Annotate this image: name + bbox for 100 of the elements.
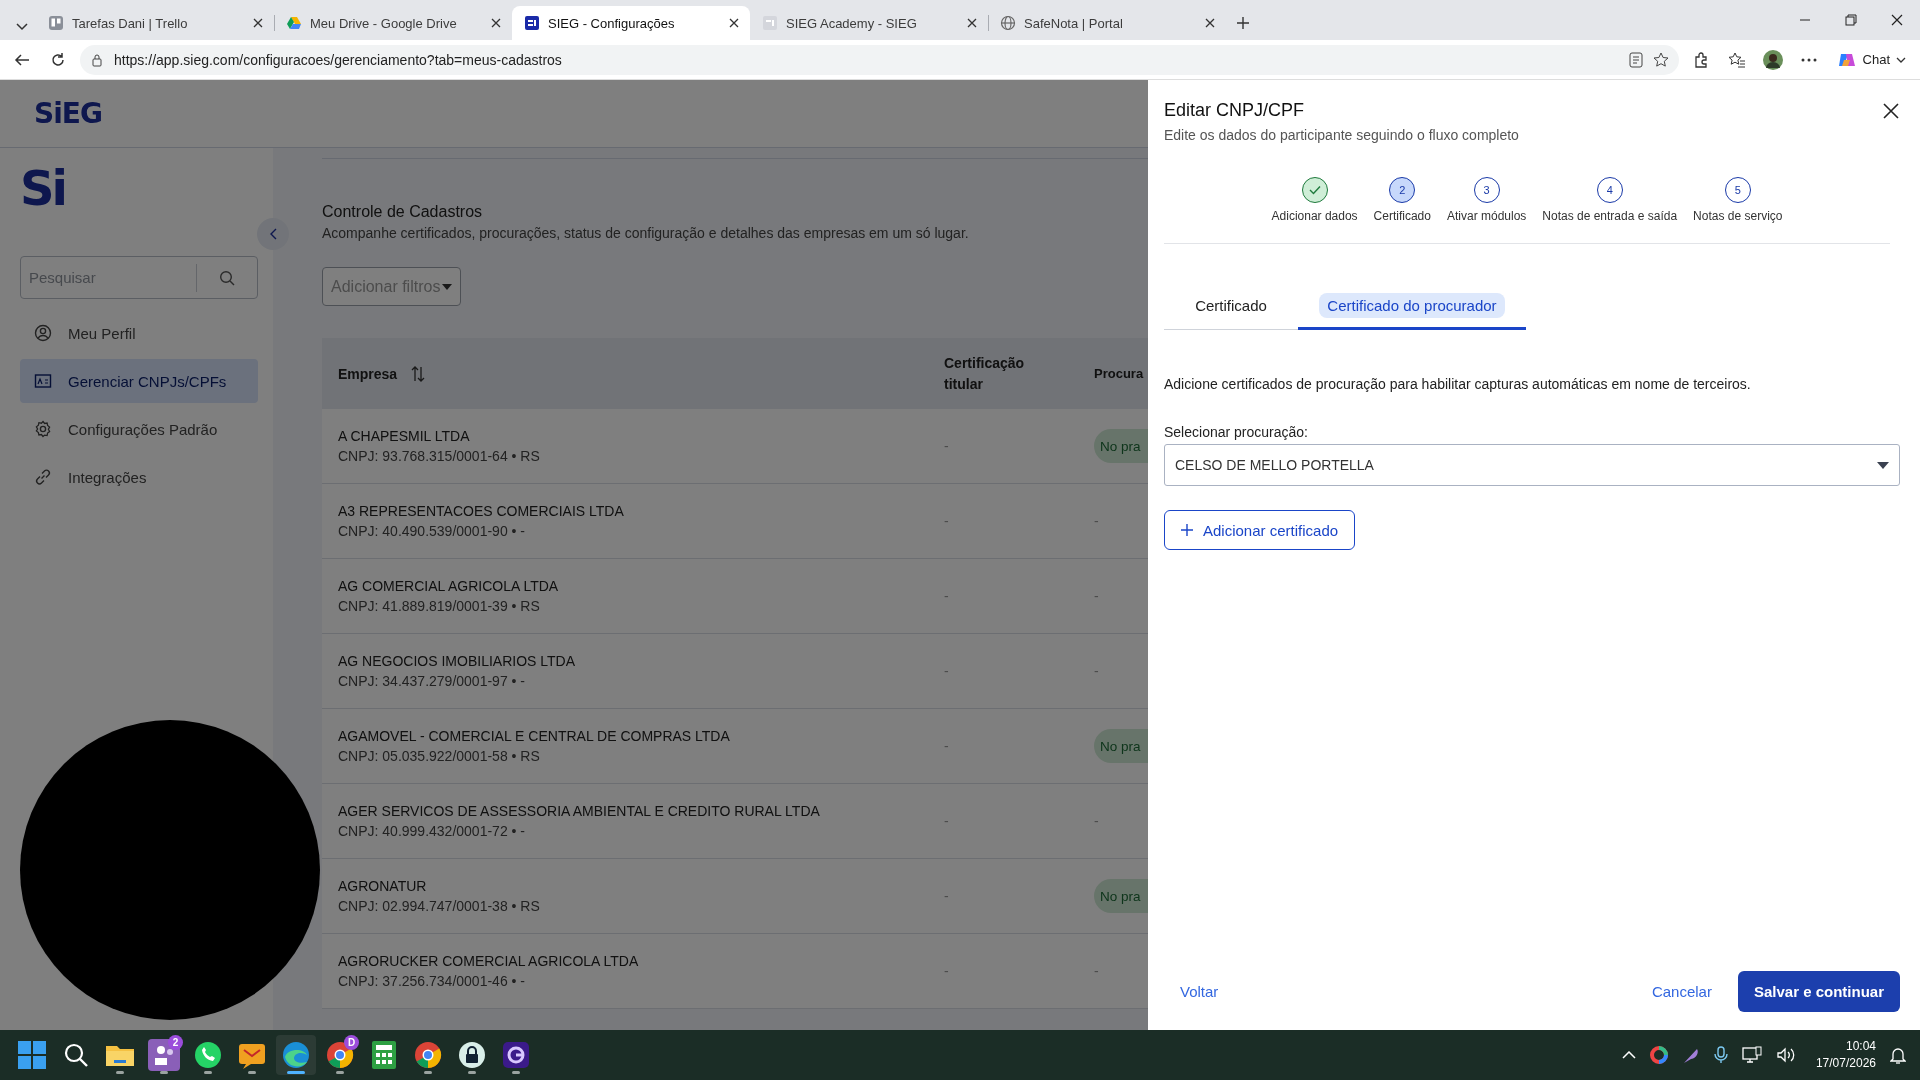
add-certificate-button[interactable]: Adicionar certificado: [1164, 510, 1356, 550]
taskbar-app[interactable]: D: [320, 1035, 360, 1075]
close-icon[interactable]: [490, 17, 502, 29]
table-cell: -: [944, 738, 949, 754]
close-icon[interactable]: [1891, 14, 1903, 26]
browser-tab[interactable]: SafeNota | Portal: [988, 6, 1226, 40]
user-icon: [34, 324, 52, 342]
browser-tab[interactable]: SIEG - Configurações: [512, 6, 750, 40]
running-indicator: [248, 1071, 256, 1074]
search-field[interactable]: Pesquisar: [20, 256, 258, 299]
notification-badge: D: [344, 1035, 359, 1050]
status-badge: No pra: [1094, 729, 1148, 763]
status-badge: No pra: [1094, 879, 1148, 913]
step-indicator: 5: [1724, 177, 1751, 203]
network-icon[interactable]: [1741, 1046, 1762, 1064]
back-icon[interactable]: [14, 51, 30, 68]
step-indicator: 4: [1596, 177, 1623, 203]
close-icon[interactable]: [1204, 17, 1216, 29]
sort-icon[interactable]: [411, 365, 426, 382]
reader-icon[interactable]: [1628, 51, 1643, 68]
close-button[interactable]: [1882, 102, 1900, 120]
running-indicator: [204, 1071, 212, 1074]
close-icon: [1882, 102, 1900, 120]
description: Adicione certificados de procuração para habilitar capturas automáticas em nome de terceiros.: [1164, 376, 1752, 392]
settings-icon: [34, 420, 52, 438]
sidebar-item[interactable]: Meu Perfil: [20, 311, 258, 355]
colorful-circle-icon[interactable]: [1649, 1046, 1668, 1064]
table-cell: -: [944, 813, 949, 829]
table-cell: -: [944, 963, 949, 979]
field-label: Selecionar procuração:: [1164, 424, 1309, 440]
sidebar-item[interactable]: Integrações: [20, 455, 258, 499]
caret-down-icon: [1877, 461, 1889, 469]
close-icon[interactable]: [966, 17, 978, 29]
board-icon: [48, 15, 64, 31]
save-button[interactable]: Salvar e continuar: [1737, 971, 1900, 1012]
tab[interactable]: Certificado do procurador: [1298, 284, 1526, 330]
clock[interactable]: 10:04 17/07/2026: [1815, 1038, 1876, 1072]
id-card-icon: [34, 372, 52, 390]
restore-icon[interactable]: [1845, 14, 1857, 26]
star-icon[interactable]: [1652, 51, 1669, 68]
step-label: Adicionar dados: [1271, 209, 1358, 223]
step-label: Notas de serviço: [1693, 209, 1783, 223]
company-detail: CNPJ: 40.999.432/0001-72 • -: [338, 823, 527, 839]
new-tab-icon[interactable]: [1236, 16, 1250, 30]
app-logo: Si: [20, 164, 66, 212]
taskbar-app[interactable]: [276, 1035, 316, 1075]
drive-icon: [286, 15, 302, 31]
notification-bell-icon[interactable]: [1890, 1046, 1906, 1064]
cancel-button[interactable]: Cancelar: [1635, 977, 1728, 1006]
company-detail: CNPJ: 93.768.315/0001-64 • RS: [338, 448, 541, 464]
app-logo-icon: [524, 15, 540, 31]
close-icon[interactable]: [728, 17, 740, 29]
select-field[interactable]: CELSO DE MELLO PORTELLA: [1164, 444, 1900, 486]
address-bar[interactable]: https://app.sieg.com/configuracoes/gerenciamento?tab=meus-cadastros: [80, 44, 1679, 75]
sidebar-item[interactable]: Configurações Padrão: [20, 407, 258, 451]
step-indicator: 3: [1473, 177, 1500, 203]
status-badge: No pra: [1094, 429, 1148, 463]
column-header: Certificação titular: [944, 354, 1026, 394]
table-cell: -: [1094, 663, 1099, 679]
column-header: Empresa: [338, 365, 398, 382]
browser-tab[interactable]: SIEG Academy - SIEG: [750, 6, 988, 40]
search-icon[interactable]: [219, 269, 235, 286]
refresh-icon[interactable]: [50, 51, 66, 68]
tab[interactable]: Certificado: [1164, 284, 1298, 330]
browser-tab[interactable]: Tarefas Dani | Trello: [36, 6, 274, 40]
profile-avatar-icon[interactable]: [1762, 49, 1783, 70]
table-cell: -: [944, 888, 949, 904]
volume-icon[interactable]: [1775, 1046, 1796, 1064]
company-name: A3 REPRESENTACOES COMERCIAIS LTDA: [338, 503, 625, 519]
caret-icon: [1896, 56, 1906, 63]
table-cell: -: [944, 663, 949, 679]
taskbar-app[interactable]: 2: [144, 1035, 184, 1075]
company-name: AGAMOVEL - COMERCIAL E CENTRAL DE COMPRAS LTDA: [338, 728, 731, 744]
notification-badge: 2: [168, 1035, 183, 1050]
site-info-icon[interactable]: [90, 52, 104, 67]
step-label: Certificado: [1373, 209, 1431, 223]
running-indicator: [287, 1071, 305, 1074]
caret-down-icon: [442, 283, 453, 290]
globe-icon: [1000, 15, 1016, 31]
company-name: AGRORUCKER COMERCIAL AGRICOLA LTDA: [338, 953, 640, 969]
sidebar-item[interactable]: Gerenciar CNPJs/CPFs: [20, 359, 258, 403]
chevron-up-icon[interactable]: [1621, 1051, 1636, 1059]
running-indicator: [336, 1071, 344, 1074]
company-detail: CNPJ: 41.889.819/0001-39 • RS: [338, 598, 541, 614]
panel-subtitle: Edite os dados do participante seguindo o fluxo completo: [1164, 127, 1519, 143]
browser-tab[interactable]: Meu Drive - Google Drive: [274, 6, 512, 40]
running-indicator: [116, 1071, 124, 1074]
extensions-icon[interactable]: [1692, 51, 1709, 68]
panel-title: Editar CNPJ/CPF: [1164, 100, 1306, 121]
close-icon[interactable]: [252, 17, 264, 29]
microphone-icon[interactable]: [1713, 1046, 1728, 1064]
page-subtitle: Acompanhe certificados, procurações, status de configuração e detalhes das empresas em um só lugar.: [322, 225, 970, 241]
back-button[interactable]: Voltar: [1164, 977, 1235, 1006]
table-cell: -: [944, 438, 949, 454]
more-icon[interactable]: [1800, 57, 1817, 62]
favorites-icon[interactable]: [1727, 51, 1746, 68]
table-cell: -: [944, 588, 949, 604]
company-name: AGER SERVICOS DE ASSESSORIA AMBIENTAL E CREDITO RURAL LTDA: [338, 803, 821, 819]
step-label: Ativar módulos: [1446, 209, 1527, 223]
company-name: AG NEGOCIOS IMOBILIARIOS LTDA: [338, 653, 576, 669]
